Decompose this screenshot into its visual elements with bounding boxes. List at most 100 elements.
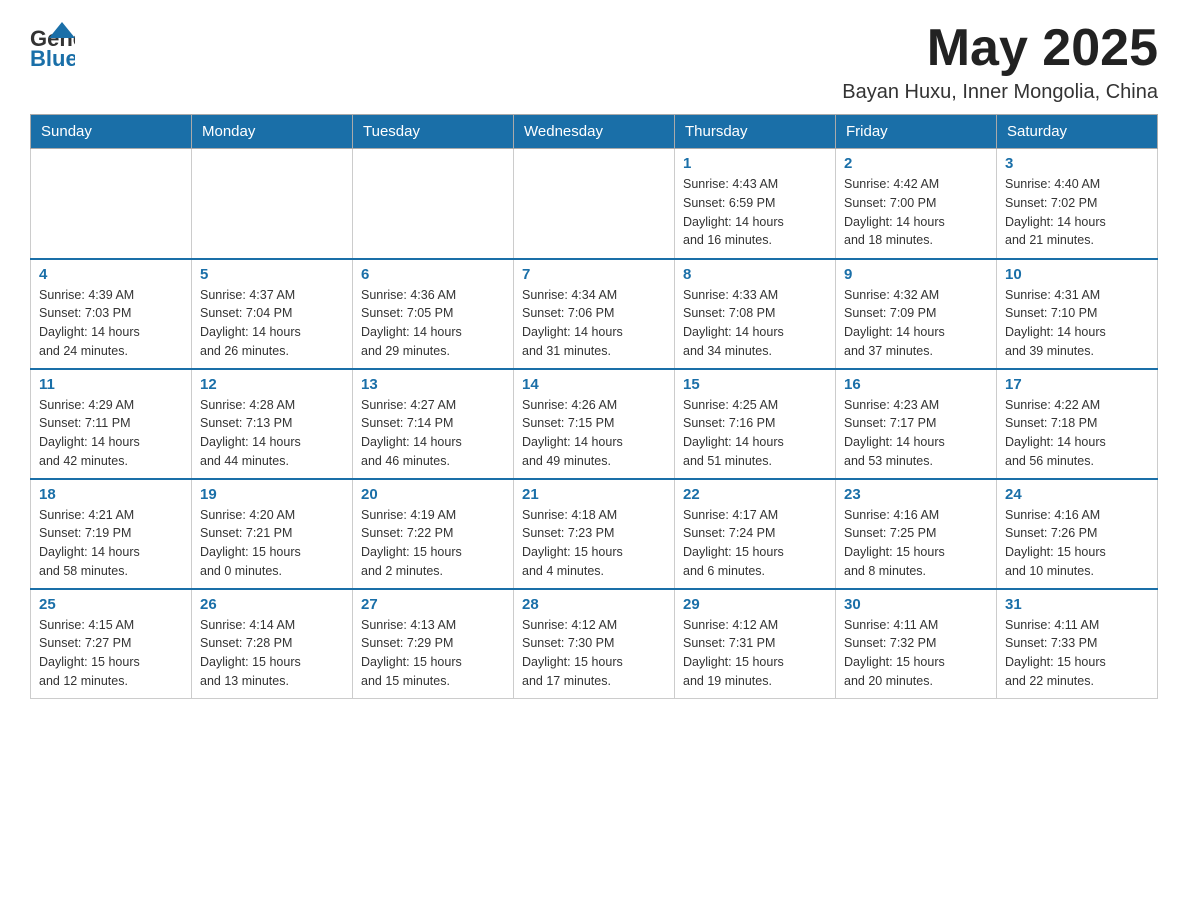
calendar-day-cell: 28 Sunrise: 4:12 AM Sunset: 7:30 PM Dayli… — [514, 589, 675, 699]
day-number: 31 — [1005, 596, 1149, 613]
day-info: Sunrise: 4:42 AM Sunset: 7:00 PM Dayligh… — [844, 175, 988, 250]
calendar-week-row: 25 Sunrise: 4:15 AM Sunset: 7:27 PM Dayli… — [31, 589, 1158, 699]
day-number: 12 — [200, 376, 344, 393]
day-info: Sunrise: 4:13 AM Sunset: 7:29 PM Dayligh… — [361, 616, 505, 691]
day-info: Sunrise: 4:11 AM Sunset: 7:32 PM Dayligh… — [844, 616, 988, 691]
day-number: 16 — [844, 376, 988, 393]
calendar-day-cell: 3 Sunrise: 4:40 AM Sunset: 7:02 PM Daylig… — [997, 149, 1158, 259]
day-info: Sunrise: 4:31 AM Sunset: 7:10 PM Dayligh… — [1005, 286, 1149, 361]
day-info: Sunrise: 4:14 AM Sunset: 7:28 PM Dayligh… — [200, 616, 344, 691]
calendar-day-cell: 21Sunrise: 4:18 AM Sunset: 7:23 PM Dayli… — [514, 479, 675, 589]
calendar-day-cell: 22 Sunrise: 4:17 AM Sunset: 7:24 PM Dayli… — [675, 479, 836, 589]
calendar-day-cell: 24 Sunrise: 4:16 AM Sunset: 7:26 PM Dayli… — [997, 479, 1158, 589]
day-number: 1 — [683, 155, 827, 172]
calendar-day-cell: 19Sunrise: 4:20 AM Sunset: 7:21 PM Dayli… — [192, 479, 353, 589]
col-header-wednesday: Wednesday — [514, 115, 675, 149]
day-info: Sunrise: 4:32 AM Sunset: 7:09 PM Dayligh… — [844, 286, 988, 361]
day-number: 27 — [361, 596, 505, 613]
location-subtitle: Bayan Huxu, Inner Mongolia, China — [842, 81, 1158, 104]
calendar-week-row: 18 Sunrise: 4:21 AM Sunset: 7:19 PM Dayli… — [31, 479, 1158, 589]
calendar-day-cell: 2 Sunrise: 4:42 AM Sunset: 7:00 PM Daylig… — [836, 149, 997, 259]
calendar-day-cell — [514, 149, 675, 259]
day-info: Sunrise: 4:37 AM Sunset: 7:04 PM Dayligh… — [200, 286, 344, 361]
day-info: Sunrise: 4:18 AM Sunset: 7:23 PM Dayligh… — [522, 506, 666, 581]
calendar-day-cell — [353, 149, 514, 259]
calendar-week-row: 11Sunrise: 4:29 AM Sunset: 7:11 PM Dayli… — [31, 369, 1158, 479]
calendar-day-cell: 26 Sunrise: 4:14 AM Sunset: 7:28 PM Dayli… — [192, 589, 353, 699]
day-info: Sunrise: 4:23 AM Sunset: 7:17 PM Dayligh… — [844, 396, 988, 471]
day-info: Sunrise: 4:17 AM Sunset: 7:24 PM Dayligh… — [683, 506, 827, 581]
day-number: 7 — [522, 266, 666, 283]
calendar-day-cell: 16 Sunrise: 4:23 AM Sunset: 7:17 PM Dayli… — [836, 369, 997, 479]
calendar-day-cell: 1Sunrise: 4:43 AM Sunset: 6:59 PM Daylig… — [675, 149, 836, 259]
page-header: General Blue May 2025 Bayan Huxu, Inner … — [30, 20, 1158, 104]
title-area: May 2025 Bayan Huxu, Inner Mongolia, Chi… — [842, 20, 1158, 104]
day-number: 3 — [1005, 155, 1149, 172]
day-number: 15 — [683, 376, 827, 393]
calendar-day-cell: 10 Sunrise: 4:31 AM Sunset: 7:10 PM Dayli… — [997, 259, 1158, 369]
calendar-day-cell: 29 Sunrise: 4:12 AM Sunset: 7:31 PM Dayli… — [675, 589, 836, 699]
day-info: Sunrise: 4:34 AM Sunset: 7:06 PM Dayligh… — [522, 286, 666, 361]
day-number: 2 — [844, 155, 988, 172]
day-number: 13 — [361, 376, 505, 393]
day-info: Sunrise: 4:22 AM Sunset: 7:18 PM Dayligh… — [1005, 396, 1149, 471]
day-number: 10 — [1005, 266, 1149, 283]
calendar-day-cell: 23Sunrise: 4:16 AM Sunset: 7:25 PM Dayli… — [836, 479, 997, 589]
day-number: 24 — [1005, 486, 1149, 503]
day-number: 6 — [361, 266, 505, 283]
calendar-day-cell: 5Sunrise: 4:37 AM Sunset: 7:04 PM Daylig… — [192, 259, 353, 369]
day-info: Sunrise: 4:20 AM Sunset: 7:21 PM Dayligh… — [200, 506, 344, 581]
calendar-header-row: SundayMondayTuesdayWednesdayThursdayFrid… — [31, 115, 1158, 149]
calendar-day-cell: 13 Sunrise: 4:27 AM Sunset: 7:14 PM Dayli… — [353, 369, 514, 479]
day-number: 11 — [39, 376, 183, 393]
day-number: 4 — [39, 266, 183, 283]
day-info: Sunrise: 4:11 AM Sunset: 7:33 PM Dayligh… — [1005, 616, 1149, 691]
calendar-day-cell: 7 Sunrise: 4:34 AM Sunset: 7:06 PM Daylig… — [514, 259, 675, 369]
col-header-saturday: Saturday — [997, 115, 1158, 149]
logo-mark: General Blue — [30, 20, 75, 75]
day-info: Sunrise: 4:12 AM Sunset: 7:31 PM Dayligh… — [683, 616, 827, 691]
day-info: Sunrise: 4:15 AM Sunset: 7:27 PM Dayligh… — [39, 616, 183, 691]
calendar-day-cell: 18 Sunrise: 4:21 AM Sunset: 7:19 PM Dayli… — [31, 479, 192, 589]
day-number: 8 — [683, 266, 827, 283]
day-number: 22 — [683, 486, 827, 503]
day-info: Sunrise: 4:21 AM Sunset: 7:19 PM Dayligh… — [39, 506, 183, 581]
calendar-week-row: 1Sunrise: 4:43 AM Sunset: 6:59 PM Daylig… — [31, 149, 1158, 259]
day-info: Sunrise: 4:19 AM Sunset: 7:22 PM Dayligh… — [361, 506, 505, 581]
day-info: Sunrise: 4:16 AM Sunset: 7:26 PM Dayligh… — [1005, 506, 1149, 581]
day-info: Sunrise: 4:12 AM Sunset: 7:30 PM Dayligh… — [522, 616, 666, 691]
calendar-day-cell: 15Sunrise: 4:25 AM Sunset: 7:16 PM Dayli… — [675, 369, 836, 479]
day-number: 26 — [200, 596, 344, 613]
day-number: 29 — [683, 596, 827, 613]
day-info: Sunrise: 4:28 AM Sunset: 7:13 PM Dayligh… — [200, 396, 344, 471]
day-info: Sunrise: 4:36 AM Sunset: 7:05 PM Dayligh… — [361, 286, 505, 361]
calendar-day-cell: 4Sunrise: 4:39 AM Sunset: 7:03 PM Daylig… — [31, 259, 192, 369]
day-info: Sunrise: 4:40 AM Sunset: 7:02 PM Dayligh… — [1005, 175, 1149, 250]
col-header-thursday: Thursday — [675, 115, 836, 149]
col-header-tuesday: Tuesday — [353, 115, 514, 149]
day-number: 17 — [1005, 376, 1149, 393]
day-number: 25 — [39, 596, 183, 613]
svg-text:Blue: Blue — [30, 46, 75, 70]
col-header-sunday: Sunday — [31, 115, 192, 149]
day-info: Sunrise: 4:16 AM Sunset: 7:25 PM Dayligh… — [844, 506, 988, 581]
calendar-day-cell: 27 Sunrise: 4:13 AM Sunset: 7:29 PM Dayli… — [353, 589, 514, 699]
calendar-day-cell — [192, 149, 353, 259]
calendar-table: SundayMondayTuesdayWednesdayThursdayFrid… — [30, 114, 1158, 699]
calendar-week-row: 4Sunrise: 4:39 AM Sunset: 7:03 PM Daylig… — [31, 259, 1158, 369]
calendar-day-cell: 6 Sunrise: 4:36 AM Sunset: 7:05 PM Daylig… — [353, 259, 514, 369]
calendar-day-cell: 11Sunrise: 4:29 AM Sunset: 7:11 PM Dayli… — [31, 369, 192, 479]
calendar-day-cell: 8Sunrise: 4:33 AM Sunset: 7:08 PM Daylig… — [675, 259, 836, 369]
calendar-day-cell: 14Sunrise: 4:26 AM Sunset: 7:15 PM Dayli… — [514, 369, 675, 479]
col-header-friday: Friday — [836, 115, 997, 149]
day-number: 18 — [39, 486, 183, 503]
calendar-day-cell: 20Sunrise: 4:19 AM Sunset: 7:22 PM Dayli… — [353, 479, 514, 589]
calendar-day-cell: 9 Sunrise: 4:32 AM Sunset: 7:09 PM Daylig… — [836, 259, 997, 369]
day-number: 9 — [844, 266, 988, 283]
day-number: 14 — [522, 376, 666, 393]
calendar-day-cell: 31 Sunrise: 4:11 AM Sunset: 7:33 PM Dayli… — [997, 589, 1158, 699]
day-number: 30 — [844, 596, 988, 613]
calendar-day-cell: 30 Sunrise: 4:11 AM Sunset: 7:32 PM Dayli… — [836, 589, 997, 699]
day-number: 28 — [522, 596, 666, 613]
day-info: Sunrise: 4:27 AM Sunset: 7:14 PM Dayligh… — [361, 396, 505, 471]
